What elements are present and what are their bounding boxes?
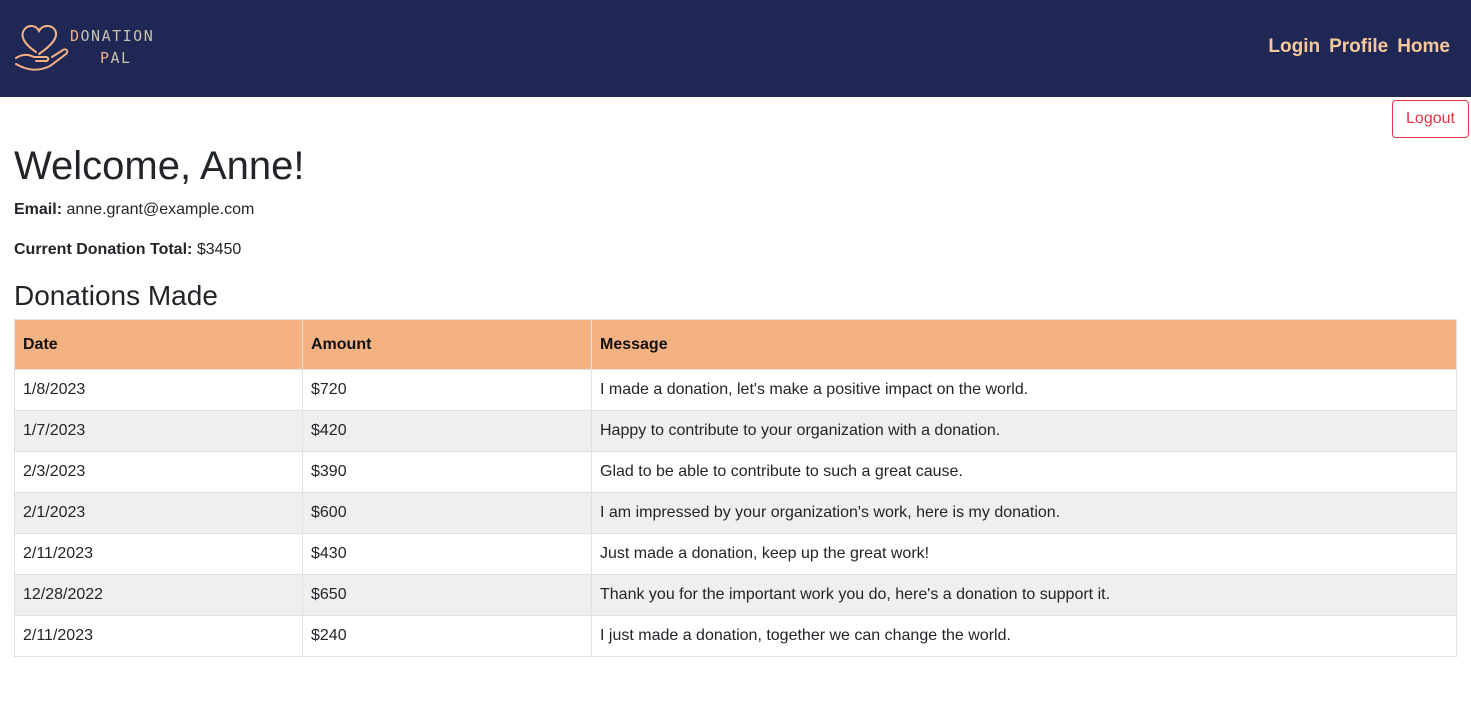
table-row: 12/28/2022 $650 Thank you for the import… — [14, 574, 1457, 616]
table-row: 2/3/2023 $390 Glad to be able to contrib… — [14, 451, 1457, 493]
table-row: 1/8/2023 $720 I made a donation, let's m… — [14, 369, 1457, 411]
nav-home-link[interactable]: Home — [1397, 36, 1450, 58]
brand-letter-d: D — [70, 27, 81, 45]
cell-date: 12/28/2022 — [14, 574, 303, 616]
cell-message: Thank you for the important work you do,… — [591, 574, 1457, 616]
brand-name-line2: PAL — [100, 49, 132, 67]
cell-amount: $240 — [302, 615, 592, 657]
cell-message: I just made a donation, together we can … — [591, 615, 1457, 657]
donation-total-info: Current Donation Total: $3450 — [14, 240, 241, 260]
cell-message: Happy to contribute to your organization… — [591, 410, 1457, 452]
table-header-row: Date Amount Message — [14, 319, 1457, 370]
cell-amount: $720 — [302, 369, 592, 411]
cell-date: 2/3/2023 — [14, 451, 303, 493]
nav-profile-link[interactable]: Profile — [1329, 36, 1388, 58]
heart-hand-icon — [15, 25, 69, 71]
table-row: 2/1/2023 $600 I am impressed by your org… — [14, 492, 1457, 534]
welcome-heading: Welcome, Anne! — [14, 144, 305, 188]
donations-section-title: Donations Made — [14, 280, 218, 311]
cell-date: 2/11/2023 — [14, 533, 303, 575]
donation-total-value: $3450 — [196, 241, 242, 258]
cell-amount: $430 — [302, 533, 592, 575]
nav-links: Login Profile Home — [1268, 36, 1450, 58]
brand-logo[interactable]: DONATION PAL — [14, 20, 174, 74]
cell-amount: $650 — [302, 574, 592, 616]
brand-word-onation: ONATION — [80, 27, 155, 45]
brand-name-line1: DONATION — [70, 27, 154, 45]
logout-button[interactable]: Logout — [1392, 100, 1469, 138]
donations-table: Date Amount Message 1/8/2023 $720 I made… — [14, 319, 1457, 657]
column-header-amount: Amount — [302, 319, 592, 370]
brand-word-al: AL — [110, 49, 132, 67]
navbar: DONATION PAL Login Profile Home — [0, 0, 1471, 97]
table-row: 2/11/2023 $240 I just made a donation, t… — [14, 615, 1457, 657]
donation-total-label: Current Donation Total: — [14, 241, 193, 258]
column-header-date: Date — [14, 319, 303, 370]
email-value: anne.grant@example.com — [66, 201, 255, 218]
brand-letter-p: P — [100, 49, 111, 67]
cell-message: I am impressed by your organization's wo… — [591, 492, 1457, 534]
cell-date: 2/11/2023 — [14, 615, 303, 657]
cell-amount: $600 — [302, 492, 592, 534]
nav-login-link[interactable]: Login — [1268, 36, 1320, 58]
cell-message: Glad to be able to contribute to such a … — [591, 451, 1457, 493]
cell-message: Just made a donation, keep up the great … — [591, 533, 1457, 575]
cell-amount: $420 — [302, 410, 592, 452]
table-row: 1/7/2023 $420 Happy to contribute to you… — [14, 410, 1457, 452]
cell-date: 2/1/2023 — [14, 492, 303, 534]
cell-message: I made a donation, let's make a positive… — [591, 369, 1457, 411]
column-header-message: Message — [591, 319, 1457, 370]
email-label: Email: — [14, 201, 63, 218]
cell-amount: $390 — [302, 451, 592, 493]
table-row: 2/11/2023 $430 Just made a donation, kee… — [14, 533, 1457, 575]
email-info: Email: anne.grant@example.com — [14, 200, 254, 220]
cell-date: 1/7/2023 — [14, 410, 303, 452]
cell-date: 1/8/2023 — [14, 369, 303, 411]
